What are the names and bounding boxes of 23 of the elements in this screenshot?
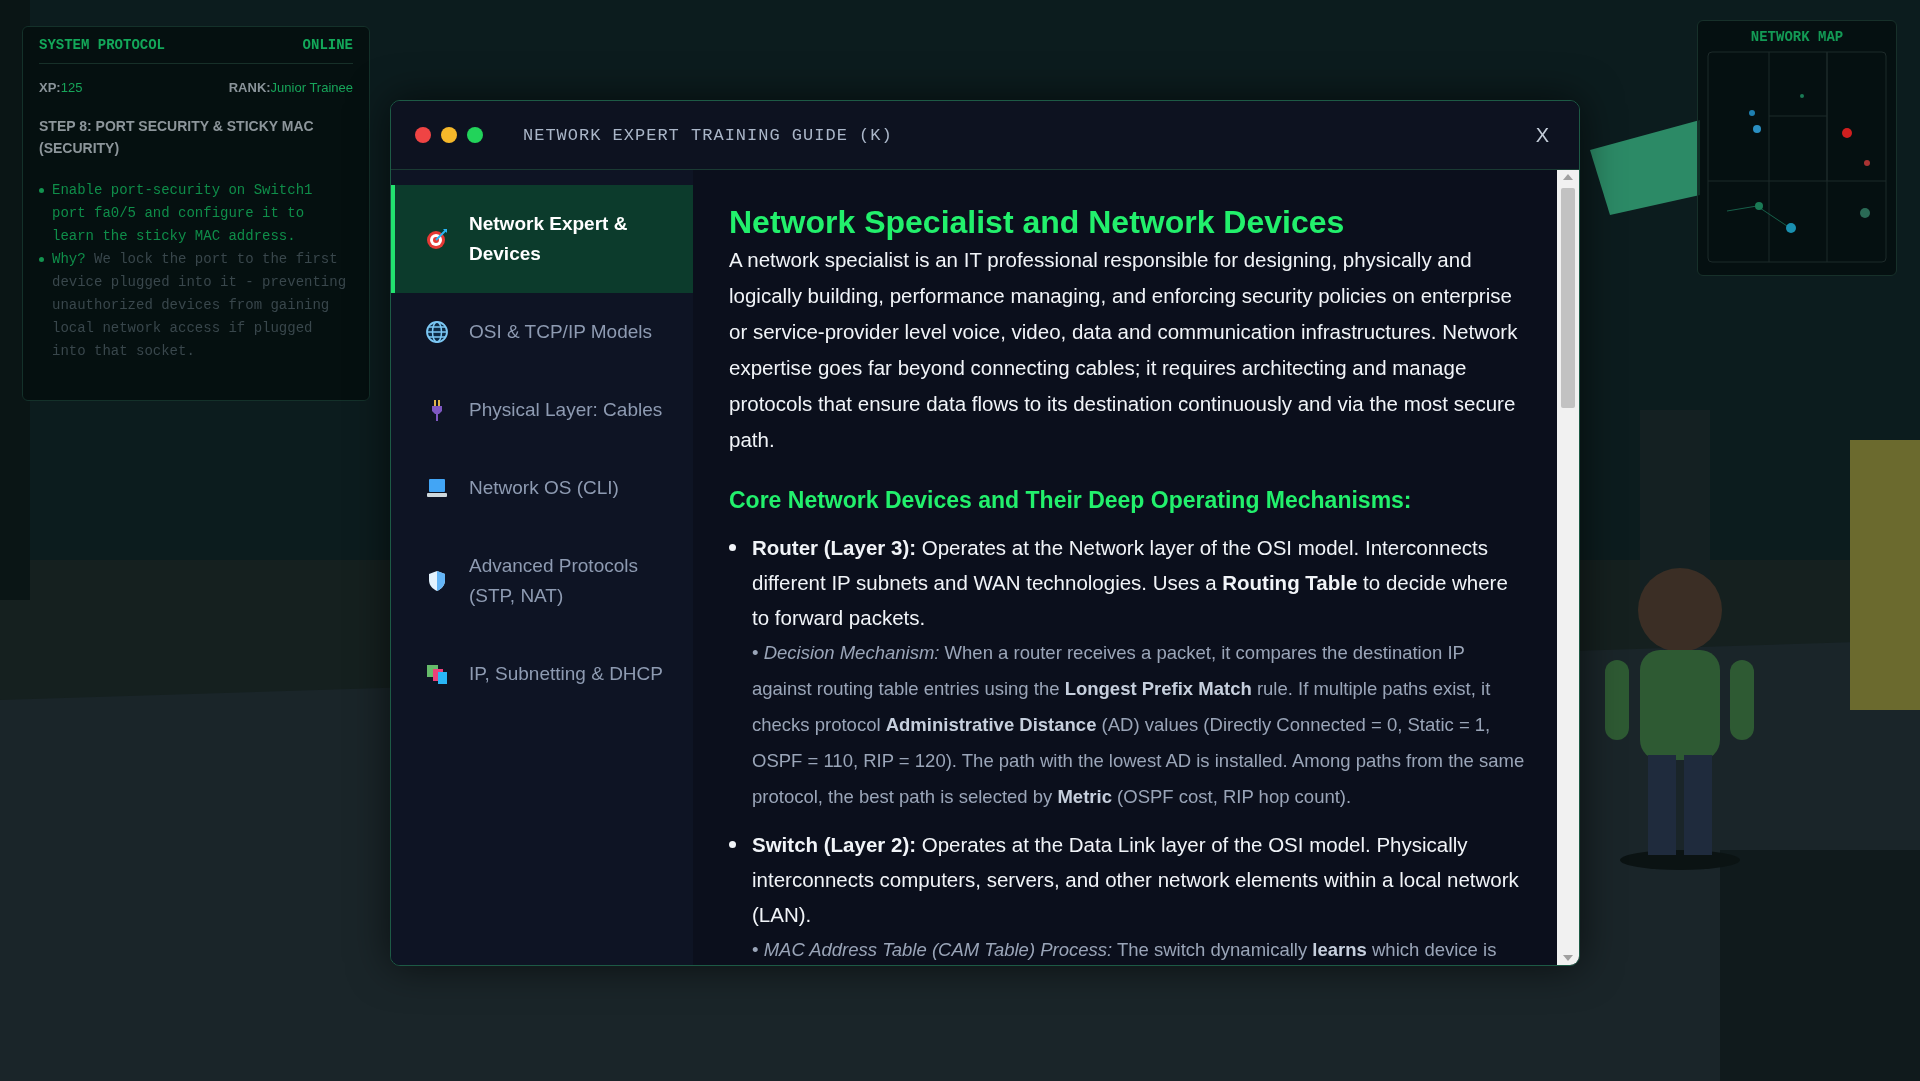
task-text: Enable port-security on Switch1 port fa0/5 and configure it to learn the sticky MAC address. — [52, 181, 314, 246]
mechanism-note: • MAC Address Table (CAM Table) Process: The switch dynamically learns which device is — [752, 938, 1498, 962]
intro-paragraph: A network specialist is an IT professional responsible for designing, physically and logically building, performance managing, and enforcing security policies on enterprise or service-provider level voice, video, data and communication infrastructures. Network expertise goes far beyond connecting cables; it requires architecting and manage protocols that ensure data flows to its destination continuously and via the most secure path. — [729, 247, 1519, 453]
map-title: NETWORK MAP — [1750, 29, 1844, 45]
window-title: NETWORK EXPERT TRAINING GUIDE (K) — [523, 125, 894, 145]
sidebar-item[interactable]: Network Expert & Devices — [391, 185, 693, 293]
sidebar-item[interactable]: Advanced Protocols (STP, NAT) — [391, 527, 693, 635]
mechanism-note: • Decision Mechanism: When a router receives a packet, it compares the destination IP against routing table entries using the Longest Prefix Match rule. If multiple paths exist, it checks protocol Administrative Distance (AD) values (Directly Connected = 0, Static = 1, OSPF = 110, RIP = 120). The path with the lowest AD is installed. Among paths from the same protocol, the best path is selected by Metric (OSPF cost, RIP hop count). — [752, 641, 1526, 809]
device-description: Switch (Layer 2): Operates at the Data Link layer of the OSI model. Physically interconnects computers, servers, and other network elements within a local network (LAN). — [752, 832, 1520, 928]
device-description: Router (Layer 3): Operates at the Network layer of the OSI model. Interconnects different IP subnets and WAN technologies. Uses a Routing Table to decide where to forward packets. — [752, 535, 1509, 631]
status-label: ONLINE — [302, 37, 353, 53]
xp-text: XP:125 — [39, 80, 83, 95]
sidebar-item[interactable]: OSI & TCP/IP Models — [391, 293, 693, 371]
sidebar-item[interactable]: IP, Subnetting & DHCP — [391, 635, 693, 713]
close-button[interactable]: X — [1529, 121, 1555, 149]
task-text: Why? We lock the port to the first device plugged into it - preventing unauthorized devices from gaining local network access if plugged into that socket. — [52, 250, 348, 361]
rank-text: RANK:Junior Trainee — [228, 80, 353, 95]
step-title: STEP 8: PORT SECURITY & STICKY MAC (SECURITY) — [39, 117, 315, 158]
article-title: Network Specialist and Network Devices — [729, 203, 1346, 242]
panel-title: SYSTEM PROTOCOL — [39, 37, 166, 53]
sidebar-item[interactable]: Physical Layer: Cables — [391, 371, 693, 449]
sidebar-item[interactable]: Network OS (CLI) — [391, 449, 693, 527]
section-heading: Core Network Devices and Their Deep Operating Mechanisms: — [729, 486, 1413, 515]
